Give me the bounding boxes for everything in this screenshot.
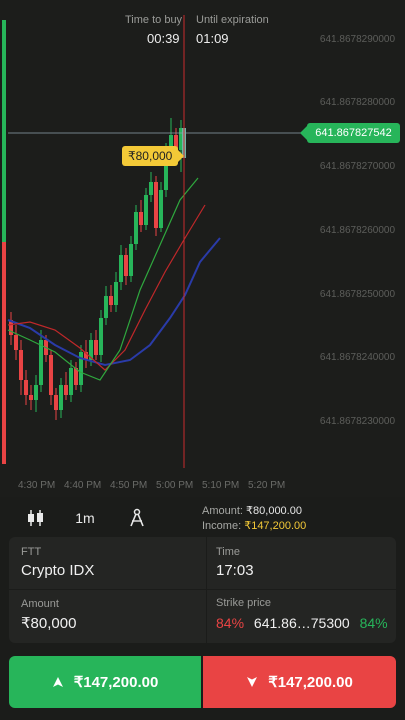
price-chart[interactable]: Time to buy 00:39 Until expiration 01:09… — [0, 0, 405, 497]
y-tick: 641.8678270000 — [319, 161, 395, 172]
arrow-down-icon — [247, 677, 258, 687]
candle — [49, 355, 53, 395]
y-tick: 641.8678250000 — [319, 289, 395, 300]
strike-right-pct: 84% — [359, 615, 388, 631]
trade-panel: FTT Crypto IDX Time 17:03 Amount ₹80,000… — [9, 537, 396, 643]
candle — [114, 282, 118, 305]
strike-label: Strike price — [216, 597, 272, 609]
income-info: Income: ₹147,200.00 — [202, 519, 306, 532]
amount-info-value: ₹80,000.00 — [246, 505, 302, 517]
trade-amount-marker[interactable]: ₹80,000 — [122, 146, 185, 166]
x-tick: 4:40 PM — [64, 480, 102, 491]
chart-toolbar: 1m Amount: ₹80,000.00 Income: ₹147,200.0… — [0, 500, 405, 536]
candle — [139, 212, 143, 225]
candle — [124, 255, 128, 276]
x-tick: 5:10 PM — [202, 480, 240, 491]
strike-value: 641.86…75300 — [253, 615, 350, 631]
candle — [159, 190, 163, 228]
amount-value: ₹80,000 — [21, 615, 77, 632]
asset-selector[interactable]: FTT Crypto IDX — [9, 537, 206, 589]
amount-input[interactable]: Amount ₹80,000 — [9, 590, 206, 643]
amount-label: Amount — [21, 598, 59, 610]
candle — [99, 318, 103, 355]
x-tick: 5:00 PM — [156, 480, 194, 491]
current-price-tag: 641.867827542 — [300, 123, 400, 143]
time-to-buy-value: 00:39 — [147, 31, 180, 46]
time-label: Time — [216, 546, 241, 558]
x-tick: 5:20 PM — [248, 480, 286, 491]
time-value: 17:03 — [216, 562, 254, 579]
asset-value: Crypto IDX — [21, 562, 95, 579]
y-tick: 641.8678260000 — [319, 225, 395, 236]
amount-info-label: Amount: — [202, 505, 243, 517]
candle — [19, 350, 23, 380]
time-selector[interactable]: Time 17:03 — [207, 537, 396, 589]
sentiment-bar-down — [2, 242, 6, 464]
x-tick: 4:50 PM — [110, 480, 148, 491]
until-expiration-value: 01:09 — [196, 31, 229, 46]
candle — [104, 296, 108, 318]
candle — [14, 335, 18, 350]
candle — [54, 395, 58, 410]
candle — [59, 385, 63, 410]
candle — [94, 340, 98, 355]
candle — [64, 385, 68, 395]
buy-up-button[interactable]: ₹147,200.00 — [9, 656, 201, 708]
strike-price-selector[interactable]: Strike price 84% 641.86…75300 84% — [207, 590, 396, 643]
income-info-value: ₹147,200.00 — [244, 520, 307, 532]
arrow-up-icon — [52, 677, 63, 687]
candle — [24, 380, 28, 395]
buy-label: ₹147,200.00 — [73, 674, 159, 691]
strike-row: 84% 641.86…75300 84% — [216, 615, 388, 631]
time-to-buy-label: Time to buy — [125, 14, 183, 26]
candle — [109, 296, 113, 305]
candle — [154, 182, 158, 228]
y-tick: 641.8678280000 — [319, 97, 395, 108]
candle — [119, 255, 123, 282]
y-tick: 641.8678290000 — [319, 34, 395, 45]
income-info-label: Income: — [202, 520, 242, 532]
candle — [149, 182, 153, 195]
sell-label: ₹147,200.00 — [268, 674, 353, 691]
sell-down-button[interactable]: ₹147,200.00 — [203, 656, 396, 708]
candle — [144, 195, 148, 225]
candle — [39, 340, 43, 385]
candle — [29, 395, 33, 400]
y-tick: 641.8678240000 — [319, 352, 395, 363]
candlestick-icon[interactable] — [22, 506, 50, 530]
sentiment-bar-up — [2, 20, 6, 242]
compass-icon[interactable] — [124, 506, 150, 530]
candle — [34, 385, 38, 400]
strike-left-pct: 84% — [216, 615, 245, 631]
candle — [129, 244, 133, 276]
y-tick: 641.8678230000 — [319, 416, 395, 427]
asset-label: FTT — [21, 546, 42, 558]
candle — [69, 368, 73, 395]
interval-selector[interactable]: 1m — [68, 506, 102, 530]
candle — [134, 212, 138, 244]
until-expiration-label: Until expiration — [196, 14, 269, 26]
x-tick: 4:30 PM — [18, 480, 56, 491]
amount-info: Amount: ₹80,000.00 — [202, 504, 302, 517]
